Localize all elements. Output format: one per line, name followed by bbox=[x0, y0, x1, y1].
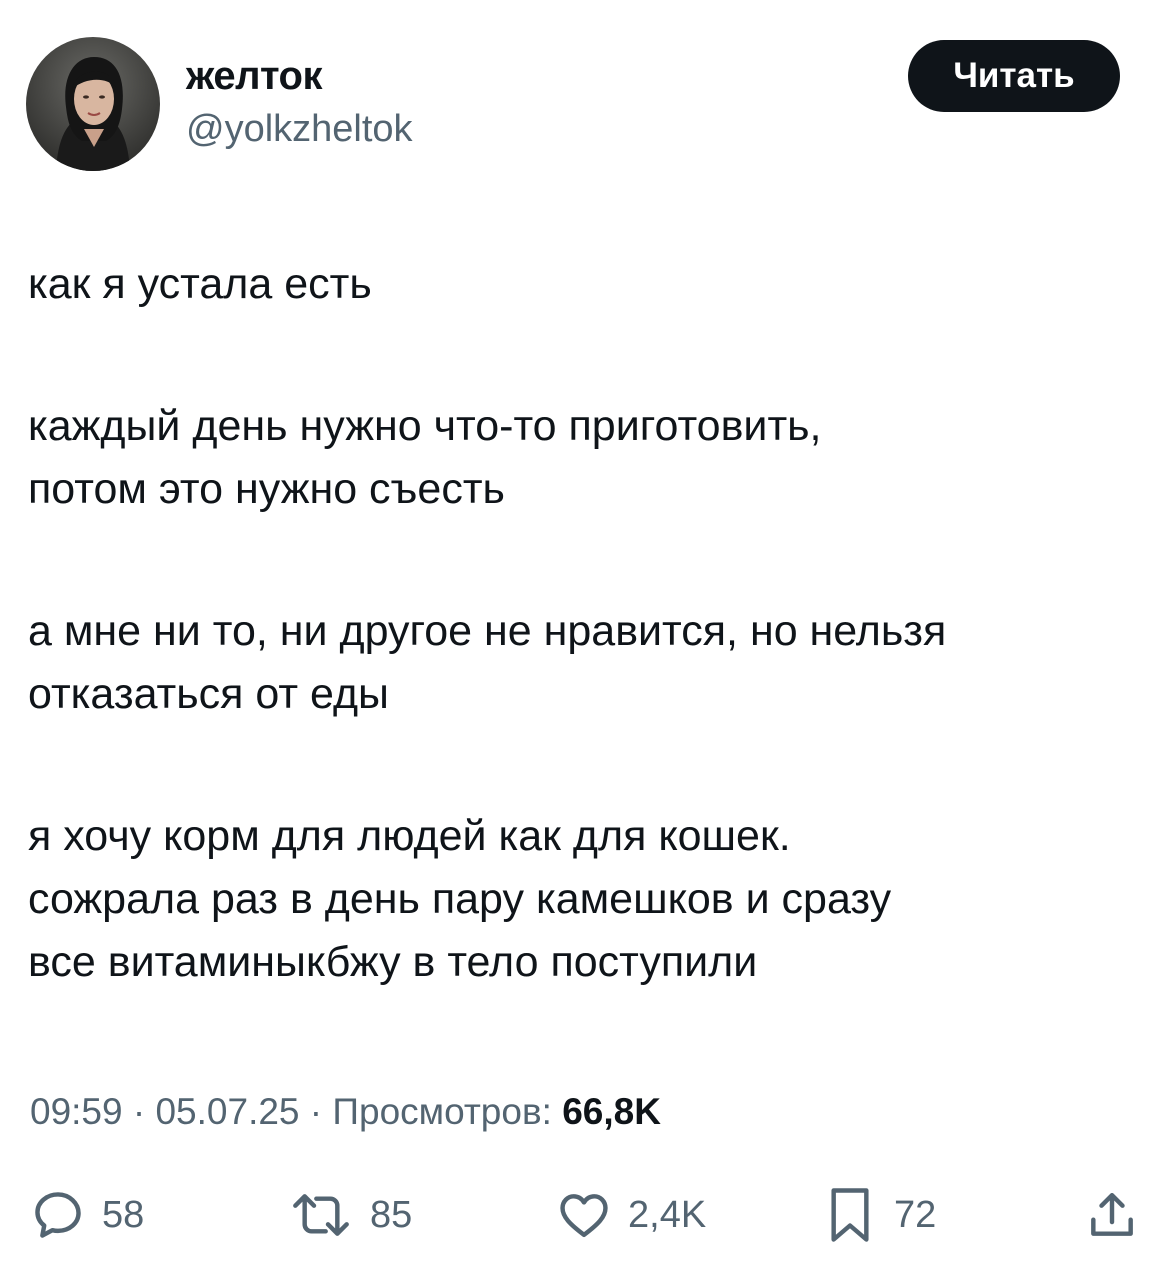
like-count: 2,4K bbox=[628, 1193, 707, 1236]
reply-icon bbox=[35, 1192, 81, 1238]
tweet-meta: 09:59 · 05.07.25 · Просмотров: 66,8K bbox=[30, 1088, 661, 1136]
user-handle[interactable]: @yolkzheltok bbox=[186, 106, 413, 152]
bookmark-count: 72 bbox=[894, 1193, 937, 1236]
share-button[interactable] bbox=[1084, 1185, 1140, 1245]
follow-button[interactable]: Читать bbox=[908, 40, 1120, 112]
user-avatar-photo bbox=[26, 37, 160, 171]
tweet-paragraph: я хочу корм для людей как для кошек. сож… bbox=[28, 805, 1148, 994]
views-count[interactable]: 66,8K bbox=[562, 1091, 661, 1132]
reply-count: 58 bbox=[102, 1193, 145, 1236]
tweet-paragraph: а мне ни то, ни другое не нравится, но н… bbox=[28, 600, 1148, 726]
tweet-line: как я устала есть bbox=[28, 260, 372, 308]
meta-separator: · bbox=[309, 1091, 323, 1132]
views-label: Просмотров: bbox=[332, 1091, 552, 1132]
reply-button[interactable]: 58 bbox=[30, 1185, 144, 1245]
tweet-line: все витаминыкбжу в тело поступили bbox=[28, 938, 758, 986]
tweet-time[interactable]: 09:59 bbox=[30, 1091, 123, 1132]
heart-icon bbox=[560, 1194, 608, 1238]
tweet-line: а мне ни то, ни другое не нравится, но н… bbox=[28, 607, 947, 655]
tweet-paragraph: каждый день нужно что-то приготовить, по… bbox=[28, 395, 1148, 521]
tweet-line: я хочу корм для людей как для кошек. bbox=[28, 812, 791, 860]
like-button[interactable]: 2,4K bbox=[556, 1185, 706, 1245]
display-name[interactable]: желток bbox=[186, 52, 323, 100]
tweet-date[interactable]: 05.07.25 bbox=[155, 1091, 299, 1132]
avatar[interactable] bbox=[26, 37, 160, 171]
meta-separator: · bbox=[132, 1091, 146, 1132]
repost-icon bbox=[293, 1194, 349, 1236]
tweet-text: как я устала есть каждый день нужно что-… bbox=[28, 253, 1148, 994]
tweet-line: отказаться от еды bbox=[28, 670, 389, 718]
repost-count: 85 bbox=[370, 1193, 413, 1236]
tweet-line: каждый день нужно что-то приготовить, bbox=[28, 402, 822, 450]
tweet-line: потом это нужно съесть bbox=[28, 465, 505, 513]
tweet-paragraph: как я устала есть bbox=[28, 253, 1148, 316]
repost-button[interactable]: 85 bbox=[288, 1185, 412, 1245]
tweet-line: сожрала раз в день пару камешков и сразу bbox=[28, 875, 892, 923]
bookmark-icon bbox=[831, 1188, 869, 1242]
bookmark-button[interactable]: 72 bbox=[822, 1185, 936, 1245]
share-icon bbox=[1091, 1192, 1133, 1236]
